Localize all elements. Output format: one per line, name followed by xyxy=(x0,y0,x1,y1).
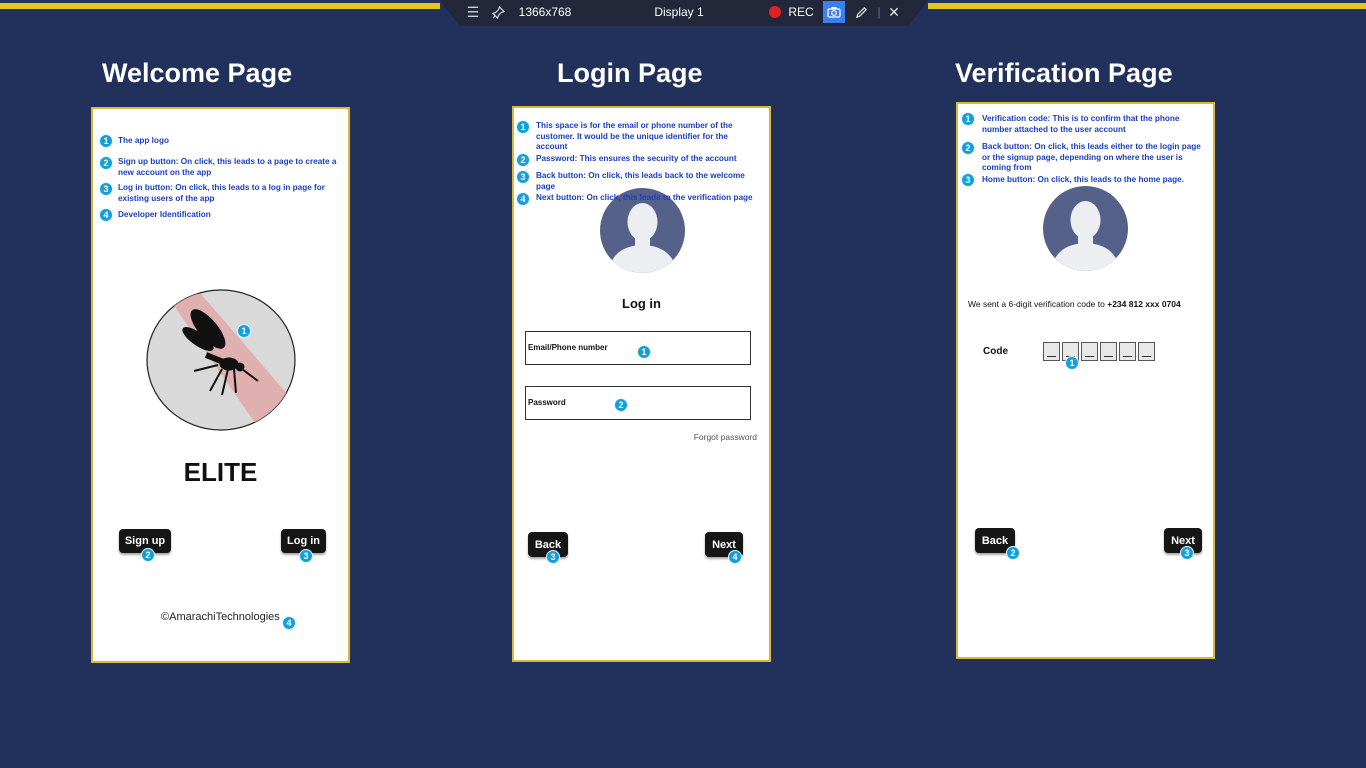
forgot-password-link[interactable]: Forgot password xyxy=(694,432,757,442)
note-item: 4 Developer Identification xyxy=(99,208,339,222)
note-text: Home button: On click, this leads to the… xyxy=(982,175,1184,184)
pin-icon[interactable] xyxy=(490,0,506,24)
app-name: ELITE xyxy=(183,457,258,487)
login-phone-frame: 1 This space is for the email or phone n… xyxy=(512,106,771,662)
code-digit-box[interactable] xyxy=(1043,342,1060,361)
code-digit-box[interactable] xyxy=(1119,342,1136,361)
note-text: Next button: On click, this leads to the… xyxy=(536,193,753,202)
login-heading: Login Page xyxy=(557,58,703,88)
password-marker: 2 xyxy=(614,398,628,412)
note-number: 2 xyxy=(516,153,530,167)
back-marker: 3 xyxy=(546,550,560,564)
welcome-heading: Welcome Page xyxy=(102,58,293,88)
login-title: Log in xyxy=(622,296,661,311)
resolution-label: 1366x768 xyxy=(518,5,572,19)
code-label: Code xyxy=(983,346,1008,357)
record-dot-icon xyxy=(768,0,782,24)
verification-phone-frame: 1 Verification code: This is to confirm … xyxy=(956,102,1215,659)
next-marker: 3 xyxy=(1180,546,1194,560)
note-number: 1 xyxy=(516,120,530,134)
note-text: Verification code: This is to confirm th… xyxy=(982,114,1180,134)
welcome-phone-frame: 1 The app logo 2 Sign up button: On clic… xyxy=(91,107,350,663)
note-text: Password: This ensures the security of t… xyxy=(536,154,737,163)
note-item: 1 The app logo xyxy=(99,134,339,148)
note-number: 4 xyxy=(516,192,530,206)
note-text: This space is for the email or phone num… xyxy=(536,121,733,151)
note-text: Developer Identification xyxy=(118,210,211,219)
note-text: Log in button: On click, this leads to a… xyxy=(118,183,325,203)
close-icon[interactable]: ✕ xyxy=(886,0,902,24)
note-number: 2 xyxy=(99,156,113,170)
note-number: 4 xyxy=(99,208,113,222)
code-digit-box[interactable] xyxy=(1081,342,1098,361)
verification-heading: Verification Page xyxy=(955,58,1173,88)
developer-credit: ©AmarachiTechnologies xyxy=(161,611,280,623)
display-selector[interactable]: Display 1 xyxy=(654,0,704,24)
verification-sent-text: We sent a 6-digit verification code to xyxy=(968,299,1108,309)
yellow-border-right xyxy=(928,3,1366,9)
note-text: Sign up button: On click, this leads to … xyxy=(118,157,337,177)
credit-marker: 4 xyxy=(282,616,296,630)
login-marker: 3 xyxy=(299,549,313,563)
email-field-label: Email/Phone number xyxy=(528,343,608,352)
code-input-group xyxy=(1043,342,1155,361)
note-number: 2 xyxy=(961,141,975,155)
note-item: 2 Password: This ensures the security of… xyxy=(516,153,766,167)
signup-marker: 2 xyxy=(141,548,155,562)
back-marker: 2 xyxy=(1006,546,1020,560)
camera-icon[interactable] xyxy=(823,1,845,23)
note-item: 3 Log in button: On click, this leads to… xyxy=(99,182,339,204)
user-silhouette-icon xyxy=(1051,201,1120,271)
app-logo: 1 xyxy=(146,289,296,431)
note-number: 3 xyxy=(99,182,113,196)
note-number: 3 xyxy=(961,173,975,187)
note-number: 1 xyxy=(99,134,113,148)
code-marker: 1 xyxy=(1065,356,1079,370)
note-item: 2 Sign up button: On click, this leads t… xyxy=(99,156,339,178)
password-field[interactable]: Password 2 xyxy=(525,386,751,420)
note-text: The app logo xyxy=(118,136,169,145)
recording-toolbar: ☰ 1366x768 Display 1 REC | ✕ xyxy=(440,0,928,26)
logo-marker: 1 xyxy=(237,324,251,338)
note-text: Back button: On click, this leads either… xyxy=(982,142,1201,172)
note-number: 3 xyxy=(516,170,530,184)
yellow-border-left xyxy=(0,3,440,9)
record-button[interactable]: REC xyxy=(786,0,816,24)
avatar xyxy=(1043,186,1128,271)
note-number: 1 xyxy=(961,112,975,126)
menu-icon[interactable]: ☰ xyxy=(465,0,481,24)
code-digit-box[interactable] xyxy=(1138,342,1155,361)
note-item: 1 Verification code: This is to confirm … xyxy=(961,112,1211,135)
note-item: 1 This space is for the email or phone n… xyxy=(516,120,766,153)
email-field[interactable]: Email/Phone number 1 xyxy=(525,331,751,365)
code-digit-box[interactable] xyxy=(1100,342,1117,361)
pencil-icon[interactable] xyxy=(853,0,869,24)
verification-message: We sent a 6-digit verification code to +… xyxy=(968,299,1181,309)
next-marker: 4 xyxy=(728,550,742,564)
note-item: 3 Home button: On click, this leads to t… xyxy=(961,173,1211,187)
toolbar-divider: | xyxy=(877,5,881,19)
verification-phone: +234 812 xxx 0704 xyxy=(1107,299,1181,309)
email-marker: 1 xyxy=(637,345,651,359)
note-item: 2 Back button: On click, this leads eith… xyxy=(961,141,1211,174)
note-item: 4 Next button: On click, this leads to t… xyxy=(516,192,771,206)
password-field-label: Password xyxy=(528,398,566,407)
